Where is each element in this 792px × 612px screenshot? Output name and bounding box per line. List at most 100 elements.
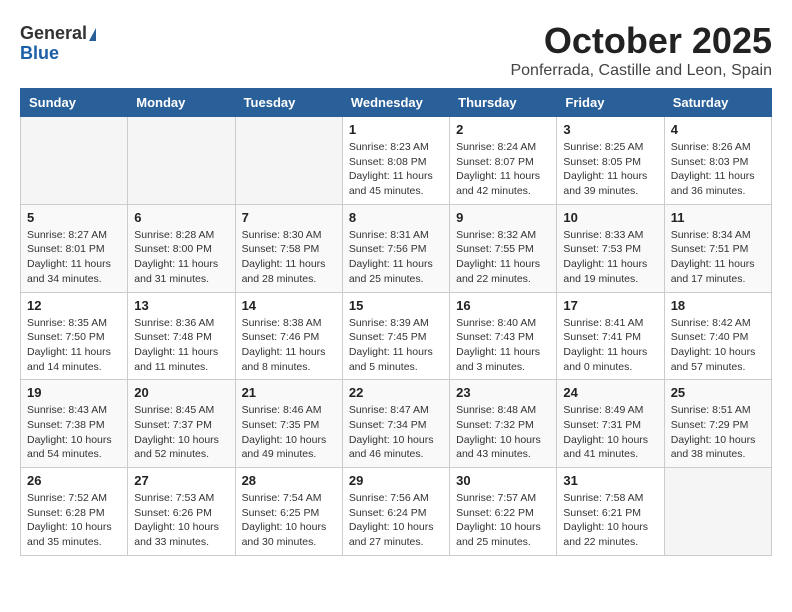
calendar-cell (664, 468, 771, 556)
weekday-header: Sunday (21, 89, 128, 117)
calendar-cell: 29Sunrise: 7:56 AM Sunset: 6:24 PM Dayli… (342, 468, 449, 556)
day-number: 17 (563, 298, 657, 313)
day-number: 24 (563, 385, 657, 400)
day-info: Sunrise: 8:41 AM Sunset: 7:41 PM Dayligh… (563, 316, 657, 375)
calendar-cell: 21Sunrise: 8:46 AM Sunset: 7:35 PM Dayli… (235, 380, 342, 468)
day-number: 14 (242, 298, 336, 313)
calendar-cell: 30 Sunrise: 7:57 AM Sunset: 6:22 PM Dayli… (450, 468, 557, 556)
calendar-cell: 16 Sunrise: 8:40 AM Sunset: 7:43 PM Dayli… (450, 292, 557, 380)
day-number: 12 (27, 298, 121, 313)
day-info: Sunrise: 8:33 AM Sunset: 7:53 PM Dayligh… (563, 228, 657, 287)
calendar-cell: 14 Sunrise: 8:38 AM Sunset: 7:46 PM Dayli… (235, 292, 342, 380)
calendar-week-row: 19 Sunrise: 8:43 AM Sunset: 7:38 PM Dayli… (21, 380, 772, 468)
weekday-header: Wednesday (342, 89, 449, 117)
day-number: 28 (242, 473, 336, 488)
day-number: 9 (456, 210, 550, 225)
calendar-cell: 31 Sunrise: 7:58 AM Sunset: 6:21 PM Dayli… (557, 468, 664, 556)
day-info: Sunrise: 8:39 AM Sunset: 7:45 PM Dayligh… (349, 316, 443, 375)
day-info: Sunrise: 8:24 AM Sunset: 8:07 PM Dayligh… (456, 140, 550, 199)
day-info: Sunrise: 7:57 AM Sunset: 6:22 PM Dayligh… (456, 491, 550, 550)
weekday-header: Monday (128, 89, 235, 117)
day-number: 23 (456, 385, 550, 400)
day-number: 11 (671, 210, 765, 225)
calendar-cell (128, 117, 235, 205)
day-info: Sunrise: 8:23 AM Sunset: 8:08 PM Dayligh… (349, 140, 443, 199)
day-info: Sunrise: 8:38 AM Sunset: 7:46 PM Dayligh… (242, 316, 336, 375)
day-number: 10 (563, 210, 657, 225)
calendar-cell: 8 Sunrise: 8:31 AM Sunset: 7:56 PM Daylig… (342, 204, 449, 292)
day-info: Sunrise: 8:36 AM Sunset: 7:48 PM Dayligh… (134, 316, 228, 375)
day-number: 3 (563, 122, 657, 137)
calendar-cell: 27 Sunrise: 7:53 AM Sunset: 6:26 PM Dayli… (128, 468, 235, 556)
calendar-cell: 13 Sunrise: 8:36 AM Sunset: 7:48 PM Dayli… (128, 292, 235, 380)
day-info: Sunrise: 8:28 AM Sunset: 8:00 PM Dayligh… (134, 228, 228, 287)
day-number: 25 (671, 385, 765, 400)
logo: General Blue (20, 24, 96, 64)
calendar-header-row: SundayMondayTuesdayWednesdayThursdayFrid… (21, 89, 772, 117)
day-info: Sunrise: 7:53 AM Sunset: 6:26 PM Dayligh… (134, 491, 228, 550)
calendar-cell: 19 Sunrise: 8:43 AM Sunset: 7:38 PM Dayli… (21, 380, 128, 468)
calendar-cell: 15 Sunrise: 8:39 AM Sunset: 7:45 PM Dayli… (342, 292, 449, 380)
page-title: October 2025 (20, 20, 772, 62)
day-info: Sunrise: 8:43 AM Sunset: 7:38 PM Dayligh… (27, 403, 121, 462)
day-number: 30 (456, 473, 550, 488)
day-info: Sunrise: 8:49 AM Sunset: 7:31 PM Dayligh… (563, 403, 657, 462)
day-info: Sunrise: 7:58 AM Sunset: 6:21 PM Dayligh… (563, 491, 657, 550)
day-info: Sunrise: 8:46 AM Sunset: 7:35 PM Dayligh… (242, 403, 336, 462)
calendar-cell: 22 Sunrise: 8:47 AM Sunset: 7:34 PM Dayli… (342, 380, 449, 468)
day-number: 7 (242, 210, 336, 225)
calendar-week-row: 5Sunrise: 8:27 AM Sunset: 8:01 PM Daylig… (21, 204, 772, 292)
day-info: Sunrise: 8:48 AM Sunset: 7:32 PM Dayligh… (456, 403, 550, 462)
day-info: Sunrise: 8:42 AM Sunset: 7:40 PM Dayligh… (671, 316, 765, 375)
day-number: 16 (456, 298, 550, 313)
calendar-week-row: 12Sunrise: 8:35 AM Sunset: 7:50 PM Dayli… (21, 292, 772, 380)
day-number: 2 (456, 122, 550, 137)
day-number: 29 (349, 473, 443, 488)
calendar-cell: 3 Sunrise: 8:25 AM Sunset: 8:05 PM Daylig… (557, 117, 664, 205)
calendar-cell: 20Sunrise: 8:45 AM Sunset: 7:37 PM Dayli… (128, 380, 235, 468)
calendar-cell (235, 117, 342, 205)
day-info: Sunrise: 7:52 AM Sunset: 6:28 PM Dayligh… (27, 491, 121, 550)
day-number: 22 (349, 385, 443, 400)
calendar-cell: 4Sunrise: 8:26 AM Sunset: 8:03 PM Daylig… (664, 117, 771, 205)
day-number: 19 (27, 385, 121, 400)
calendar-cell: 28Sunrise: 7:54 AM Sunset: 6:25 PM Dayli… (235, 468, 342, 556)
calendar-cell: 17 Sunrise: 8:41 AM Sunset: 7:41 PM Dayli… (557, 292, 664, 380)
calendar-cell: 23 Sunrise: 8:48 AM Sunset: 7:32 PM Dayli… (450, 380, 557, 468)
calendar-cell: 25Sunrise: 8:51 AM Sunset: 7:29 PM Dayli… (664, 380, 771, 468)
logo-general: General (20, 24, 96, 44)
calendar-cell: 11 Sunrise: 8:34 AM Sunset: 7:51 PM Dayli… (664, 204, 771, 292)
weekday-header: Thursday (450, 89, 557, 117)
day-number: 1 (349, 122, 443, 137)
day-number: 15 (349, 298, 443, 313)
day-info: Sunrise: 8:26 AM Sunset: 8:03 PM Dayligh… (671, 140, 765, 199)
calendar-cell: 6 Sunrise: 8:28 AM Sunset: 8:00 PM Daylig… (128, 204, 235, 292)
day-info: Sunrise: 8:31 AM Sunset: 7:56 PM Dayligh… (349, 228, 443, 287)
day-info: Sunrise: 8:30 AM Sunset: 7:58 PM Dayligh… (242, 228, 336, 287)
day-number: 13 (134, 298, 228, 313)
day-number: 6 (134, 210, 228, 225)
calendar-cell (21, 117, 128, 205)
day-info: Sunrise: 8:47 AM Sunset: 7:34 PM Dayligh… (349, 403, 443, 462)
calendar-cell: 24 Sunrise: 8:49 AM Sunset: 7:31 PM Dayli… (557, 380, 664, 468)
day-info: Sunrise: 8:25 AM Sunset: 8:05 PM Dayligh… (563, 140, 657, 199)
calendar-cell: 5Sunrise: 8:27 AM Sunset: 8:01 PM Daylig… (21, 204, 128, 292)
calendar-cell: 18 Sunrise: 8:42 AM Sunset: 7:40 PM Dayli… (664, 292, 771, 380)
calendar-cell: 12Sunrise: 8:35 AM Sunset: 7:50 PM Dayli… (21, 292, 128, 380)
page-header: October 2025 Ponferrada, Castille and Le… (20, 20, 772, 80)
weekday-header: Tuesday (235, 89, 342, 117)
day-number: 26 (27, 473, 121, 488)
day-number: 31 (563, 473, 657, 488)
calendar-week-row: 26 Sunrise: 7:52 AM Sunset: 6:28 PM Dayli… (21, 468, 772, 556)
day-info: Sunrise: 8:34 AM Sunset: 7:51 PM Dayligh… (671, 228, 765, 287)
calendar-cell: 7 Sunrise: 8:30 AM Sunset: 7:58 PM Daylig… (235, 204, 342, 292)
day-info: Sunrise: 8:45 AM Sunset: 7:37 PM Dayligh… (134, 403, 228, 462)
day-info: Sunrise: 8:40 AM Sunset: 7:43 PM Dayligh… (456, 316, 550, 375)
day-info: Sunrise: 8:32 AM Sunset: 7:55 PM Dayligh… (456, 228, 550, 287)
logo-blue: Blue (20, 44, 59, 64)
day-number: 27 (134, 473, 228, 488)
calendar-week-row: 1 Sunrise: 8:23 AM Sunset: 8:08 PM Daylig… (21, 117, 772, 205)
day-number: 8 (349, 210, 443, 225)
calendar-cell: 1 Sunrise: 8:23 AM Sunset: 8:08 PM Daylig… (342, 117, 449, 205)
day-number: 18 (671, 298, 765, 313)
